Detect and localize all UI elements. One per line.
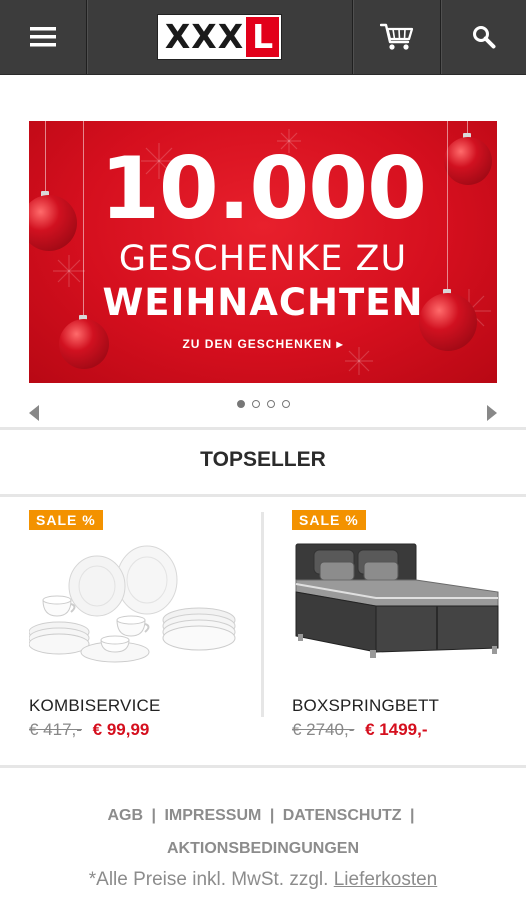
section-divider: [0, 765, 526, 768]
old-price: € 2740,-: [292, 720, 355, 739]
footer-link-agb[interactable]: AGB: [108, 807, 144, 824]
price-note-text: *Alle Preise inkl. MwSt. zzgl.: [88, 869, 329, 890]
banner-headline-number: 10.000: [100, 139, 427, 239]
logo-accent: L: [246, 17, 280, 57]
price-note: *Alle Preise inkl. MwSt. zzgl. Lieferkos…: [0, 869, 526, 891]
footer-link-aktionsbedingungen[interactable]: AKTIONSBEDINGUNGEN: [167, 840, 359, 857]
topseller-heading: TOPSELLER: [200, 448, 326, 471]
footer-separator: |: [269, 807, 275, 824]
hamburger-icon: [30, 27, 56, 47]
carousel-pagination: [0, 400, 526, 408]
boxspring-bed-image: [295, 543, 499, 658]
banner-cta-link[interactable]: ZU DEN GESCHENKEN ▸: [29, 337, 497, 351]
old-price: € 417,-: [29, 720, 82, 739]
banner-headline-line2: GESCHENKE ZU: [118, 239, 408, 279]
delivery-costs-link[interactable]: Lieferkosten: [334, 869, 438, 890]
banner-headline-line3: WEIHNACHTEN: [102, 281, 424, 324]
footer-link-impressum[interactable]: IMPRESSUM: [164, 807, 261, 824]
logo-text: XXX: [159, 17, 247, 57]
menu-button[interactable]: [0, 0, 86, 74]
product-prices: € 2740,- € 1499,-: [292, 720, 428, 740]
product-name: BOXSPRINGBETT: [292, 696, 440, 715]
sale-badge: SALE %: [29, 510, 103, 530]
product-column-divider: [261, 512, 264, 717]
footer-link-datenschutz[interactable]: DATENSCHUTZ: [283, 807, 402, 824]
xxxl-logo: XXX L: [157, 15, 282, 59]
product-prices: € 417,- € 99,99: [29, 720, 149, 740]
carousel-dot[interactable]: [266, 400, 275, 408]
sale-badge: SALE %: [292, 510, 366, 530]
section-divider: [0, 494, 526, 497]
sale-price: € 1499,-: [365, 720, 428, 739]
product-name: KOMBISERVICE: [29, 696, 161, 715]
product-card-boxspringbett[interactable]: SALE % BOXSPRINGBETT € 2740,- € 1499,-: [292, 510, 512, 745]
search-button[interactable]: [441, 0, 526, 74]
footer-separator: |: [151, 807, 156, 824]
top-navigation-bar: XXX L: [0, 0, 526, 75]
carousel-dot[interactable]: [251, 400, 260, 408]
cart-icon: [379, 23, 413, 50]
footer-links: AGB | IMPRESSUM | DATENSCHUTZ |: [0, 807, 526, 825]
carousel-dot[interactable]: [236, 400, 245, 408]
footer-links-line2: AKTIONSBEDINGUNGEN: [0, 840, 526, 858]
cart-button[interactable]: [353, 0, 440, 74]
promo-banner[interactable]: 10.000 GESCHENKE ZU WEIHNACHTEN ZU DEN G…: [29, 121, 497, 383]
dinnerware-set-image: [29, 545, 236, 663]
search-icon: [472, 26, 495, 49]
section-divider: [0, 427, 526, 430]
sale-price: € 99,99: [92, 720, 150, 739]
logo-link[interactable]: XXX L: [87, 0, 352, 74]
footer-separator: |: [410, 807, 415, 824]
product-card-kombiservice[interactable]: SALE % KOMBISERVICE € 417,- € 99,99: [29, 510, 249, 745]
carousel-dot[interactable]: [281, 400, 290, 408]
